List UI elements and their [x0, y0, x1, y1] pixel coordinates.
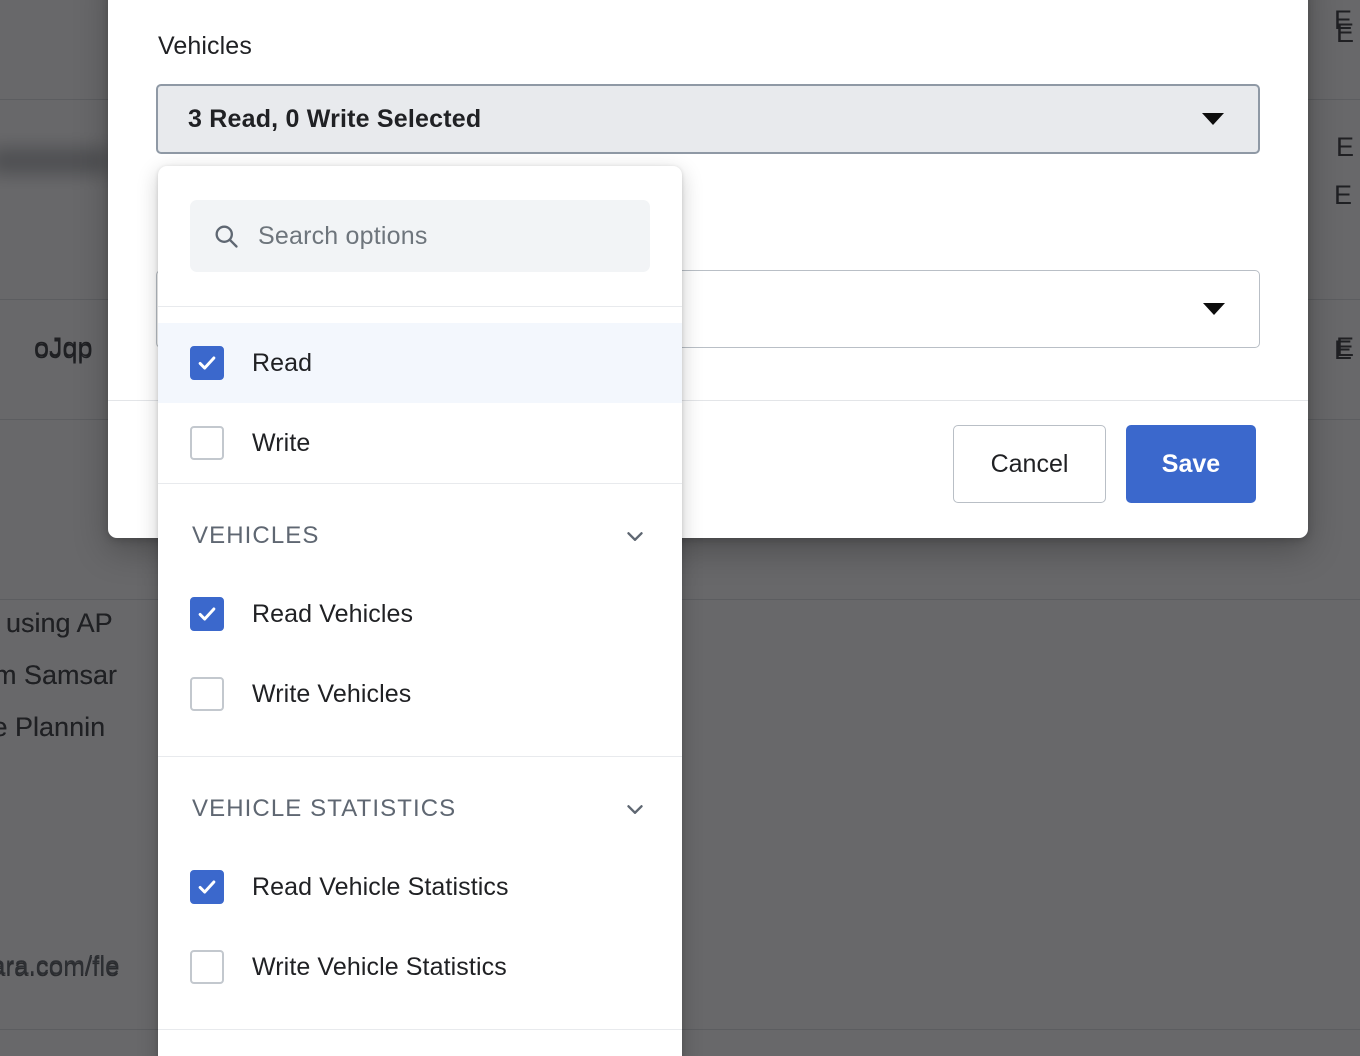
option-write-vehicles[interactable]: Write Vehicles: [158, 654, 682, 734]
checkbox-checked-icon[interactable]: [190, 346, 224, 380]
checkbox-checked-icon[interactable]: [190, 597, 224, 631]
vehicles-select-value: 3 Read, 0 Write Selected: [188, 104, 482, 133]
group-title: VEHICLES: [192, 522, 320, 549]
option-read[interactable]: Read: [158, 323, 682, 403]
option-label: Write Vehicle Statistics: [252, 952, 507, 981]
spacer: [158, 307, 682, 323]
group-header-vehicle-statistics[interactable]: VEHICLE STATISTICS: [158, 757, 682, 847]
chevron-down-icon[interactable]: [622, 523, 648, 549]
dropdown-search-container: Search options: [158, 166, 682, 306]
group-header-vehicles[interactable]: VEHICLES: [158, 484, 682, 574]
checkbox-unchecked-icon[interactable]: [190, 426, 224, 460]
option-read-vehicles[interactable]: Read Vehicles: [158, 574, 682, 654]
option-label: Read Vehicles: [252, 599, 414, 628]
field-label-vehicles: Vehicles: [158, 32, 252, 60]
group-items-vehicle-statistics: Read Vehicle Statistics Write Vehicle St…: [158, 847, 682, 1029]
search-input[interactable]: Search options: [190, 200, 650, 272]
group-title: VEHICLE STATISTICS: [192, 795, 457, 822]
group-items-vehicles: Read Vehicles Write Vehicles: [158, 574, 682, 756]
cancel-button[interactable]: Cancel: [953, 425, 1106, 503]
search-placeholder: Search options: [258, 221, 428, 250]
vehicles-select-trigger[interactable]: 3 Read, 0 Write Selected: [156, 84, 1260, 154]
vehicles-options-dropdown: Search options Read Write VEHICLES Read …: [158, 166, 682, 1056]
option-write-vehicle-statistics[interactable]: Write Vehicle Statistics: [158, 927, 682, 1007]
option-label: Write: [252, 428, 311, 457]
search-icon: [212, 222, 240, 250]
checkbox-unchecked-icon[interactable]: [190, 950, 224, 984]
screen: E E oJqp E ok using AP rom Samsar ute Pl…: [0, 0, 1360, 1056]
option-write[interactable]: Write: [158, 403, 682, 483]
chevron-down-icon[interactable]: [622, 796, 648, 822]
checkbox-checked-icon[interactable]: [190, 870, 224, 904]
option-label: Read Vehicle Statistics: [252, 872, 509, 901]
save-button[interactable]: Save: [1126, 425, 1256, 503]
option-label: Write Vehicles: [252, 679, 412, 708]
caret-down-icon: [1203, 303, 1225, 315]
divider: [158, 1029, 682, 1030]
checkbox-unchecked-icon[interactable]: [190, 677, 224, 711]
caret-down-icon: [1202, 113, 1224, 125]
option-read-vehicle-statistics[interactable]: Read Vehicle Statistics: [158, 847, 682, 927]
option-label: Read: [252, 348, 313, 377]
